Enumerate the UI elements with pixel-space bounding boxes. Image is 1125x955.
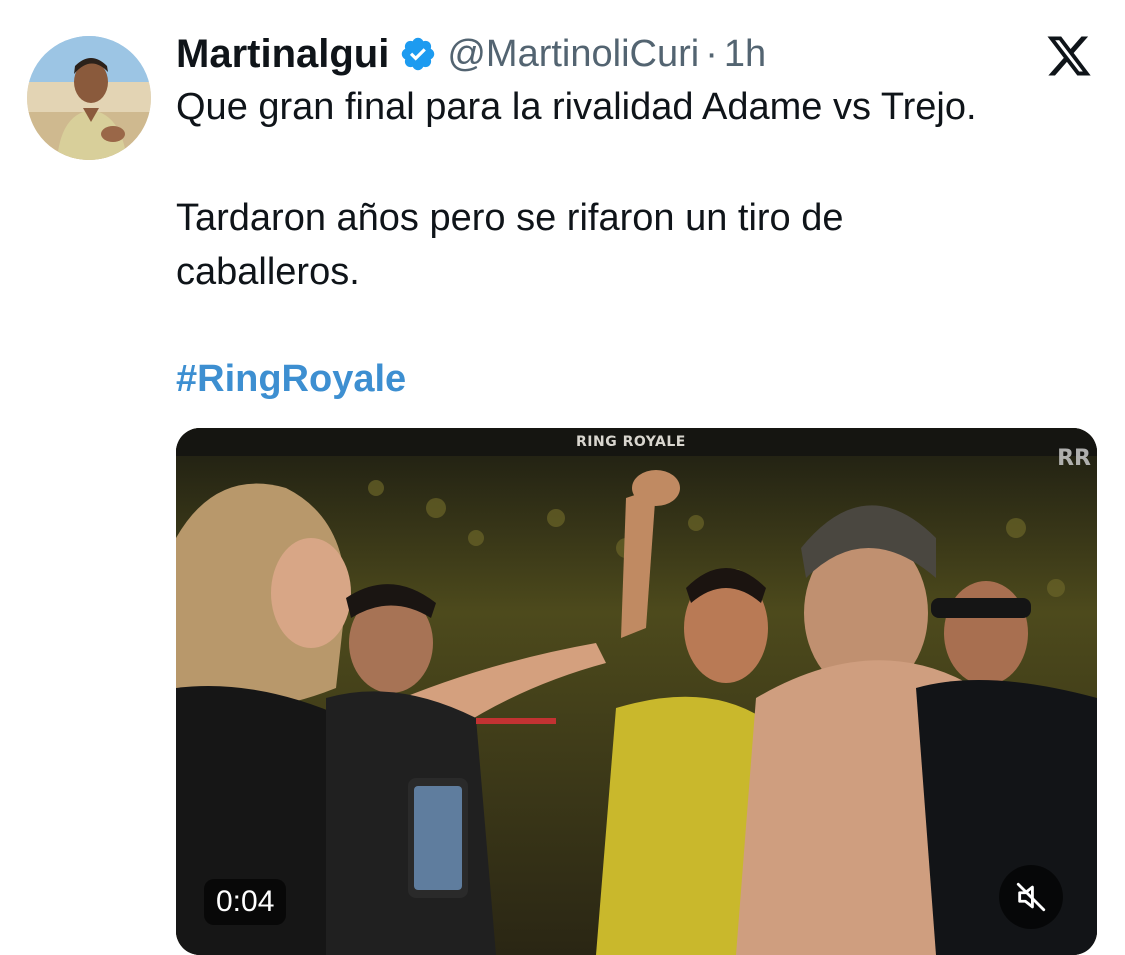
tweet-timestamp[interactable]: 1h: [724, 33, 766, 76]
verified-badge-icon: [399, 35, 437, 73]
video-duration: 0:04: [204, 879, 287, 925]
author-handle[interactable]: @MartinoliCuri: [447, 33, 699, 76]
avatar-image: [27, 36, 151, 160]
video-frame: [176, 428, 1097, 955]
video-player[interactable]: RING ROYALE RR 0:04: [176, 428, 1097, 955]
separator-dot: ·: [705, 32, 718, 75]
tweet-text-line-3: caballeros.: [176, 251, 360, 293]
tweet-text-line-2: Tardaron años pero se rifaron un tiro de: [176, 197, 844, 239]
ring-royale-logo: RR: [1057, 446, 1091, 471]
banner-text: RING ROYALE: [576, 434, 686, 450]
tweet-text-line-1: Que gran final para la rivalidad Adame v…: [176, 86, 977, 128]
tweet-card[interactable]: Martinalgui @MartinoliCuri · 1h Que gran…: [0, 0, 1125, 955]
hashtag-link[interactable]: #RingRoyale: [176, 353, 406, 405]
mute-button[interactable]: [999, 865, 1063, 929]
display-name[interactable]: Martinalgui: [176, 32, 389, 77]
muted-speaker-icon: [1016, 882, 1046, 912]
x-logo-icon[interactable]: [1044, 32, 1094, 80]
avatar[interactable]: [27, 36, 151, 160]
tweet-header: Martinalgui @MartinoliCuri · 1h: [176, 28, 766, 80]
